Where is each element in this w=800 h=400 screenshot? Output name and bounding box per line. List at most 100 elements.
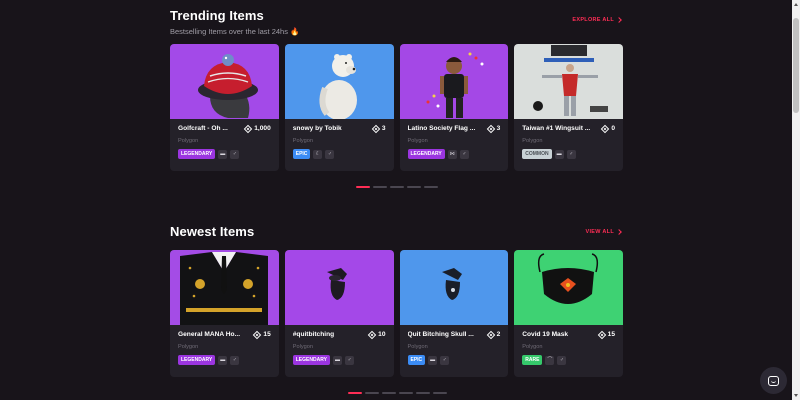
item-tags: LEGENDARY ⋈ ♂ [407, 149, 501, 159]
item-name: Golfcraft - Oh ... [178, 125, 228, 132]
gender-icon: ♂ [230, 355, 240, 365]
gender-icon: ♂ [440, 355, 450, 365]
item-price-value: 10 [378, 331, 386, 338]
scroll-down-icon[interactable] [794, 394, 798, 397]
mana-icon [367, 330, 377, 339]
category-icon: ▬ [554, 149, 564, 159]
pagination-dot[interactable] [365, 392, 379, 394]
item-thumbnail [284, 250, 394, 325]
covid-mask-image [538, 253, 599, 304]
item-card[interactable]: Quit Bitching Skull ... 2 Polygon EPIC ▬… [399, 250, 509, 377]
item-price-value: 3 [381, 125, 386, 132]
item-price-value: 15 [263, 331, 271, 338]
item-name: Latino Society Flag ... [407, 125, 476, 132]
item-info: Taiwan #1 Wingsuit ... 0 Polygon COMMON … [514, 119, 623, 159]
pagination-dot[interactable] [424, 186, 438, 188]
trending-header: Trending Items Bestselling Items over th… [170, 6, 623, 44]
golf-hat-image [198, 54, 258, 118]
explore-all-label: EXPLORE ALL [572, 17, 614, 23]
item-price-value: 0 [611, 125, 615, 132]
item-card[interactable]: snowy by Tobik 3 Polygon EPIC ☾ ♂ [284, 44, 394, 171]
item-card[interactable]: Latino Society Flag ... 3 Polygon LEGEND… [399, 44, 509, 171]
scrollbar-thumb[interactable] [793, 18, 799, 113]
item-card[interactable]: #quitbitching 10 Polygon LEGENDARY ▬ ♂ [284, 250, 394, 377]
item-network: Polygon [178, 344, 199, 350]
item-info: General MANA Ho... 15 Polygon LEGENDARY … [170, 325, 279, 365]
trending-section: Trending Items Bestselling Items over th… [170, 6, 623, 171]
newest-cards: General MANA Ho... 15 Polygon LEGENDARY … [170, 250, 623, 377]
item-name: Taiwan #1 Wingsuit ... [522, 125, 591, 132]
scroll-up-icon[interactable] [794, 3, 798, 6]
category-icon: ▬ [428, 355, 438, 365]
pagination-dot[interactable] [433, 392, 447, 394]
newest-section: Newest Items VIEW ALL General MANA Ho...… [170, 222, 623, 377]
pagination-dot[interactable] [356, 186, 370, 188]
rarity-badge: LEGENDARY [407, 149, 445, 159]
mana-icon [371, 124, 381, 133]
item-tags: LEGENDARY ▬ ♂ [292, 355, 386, 365]
rarity-badge: COMMON [522, 149, 552, 159]
pagination-dot[interactable] [348, 392, 362, 394]
rarity-badge: RARE [522, 355, 543, 365]
item-tags: EPIC ▬ ♂ [407, 355, 501, 365]
chevron-right-icon [616, 17, 622, 23]
mana-icon [601, 124, 610, 133]
category-icon: ▬ [218, 149, 228, 159]
skull-mask-image [441, 268, 462, 300]
rarity-badge: LEGENDARY [292, 355, 330, 365]
item-card[interactable]: General MANA Ho... 15 Polygon LEGENDARY … [170, 250, 279, 377]
view-all-link[interactable]: VIEW ALL [586, 229, 622, 235]
pagination-dot[interactable] [382, 392, 396, 394]
item-network: Polygon [522, 138, 543, 144]
fire-icon: 🔥 [290, 27, 300, 36]
item-name: Covid 19 Mask [522, 331, 569, 338]
pagination-dot[interactable] [399, 392, 413, 394]
item-network: Polygon [292, 344, 313, 350]
item-card[interactable]: Taiwan #1 Wingsuit ... 0 Polygon COMMON … [514, 44, 623, 171]
pagination-dot[interactable] [407, 186, 421, 188]
category-icon: ⋈ [447, 149, 457, 159]
category-icon: ☾ [313, 149, 323, 159]
item-info: Covid 19 Mask 15 Polygon RARE ⌒ ♂ [514, 325, 623, 365]
newest-header: Newest Items VIEW ALL [170, 222, 623, 250]
item-name: Quit Bitching Skull ... [407, 331, 474, 338]
item-price: 1,000 [243, 124, 271, 133]
explore-all-link[interactable]: EXPLORE ALL [572, 17, 622, 23]
gender-icon: ♂ [230, 149, 240, 159]
category-icon: ▬ [218, 355, 228, 365]
item-thumbnail [399, 44, 509, 119]
pagination-dot[interactable] [416, 392, 430, 394]
mana-icon [486, 124, 495, 133]
item-tags: LEGENDARY ▬ ♂ [178, 149, 271, 159]
item-card[interactable]: Covid 19 Mask 15 Polygon RARE ⌒ ♂ [514, 250, 623, 377]
item-price: 2 [486, 330, 501, 339]
item-tags: RARE ⌒ ♂ [522, 355, 615, 365]
item-name: #quitbitching [292, 331, 335, 338]
item-tags: EPIC ☾ ♂ [292, 149, 386, 159]
rarity-badge: LEGENDARY [178, 149, 216, 159]
mana-icon [243, 124, 253, 133]
item-thumbnail [399, 250, 509, 325]
pagination-dot[interactable] [373, 186, 387, 188]
item-price: 0 [601, 124, 615, 133]
chat-support-button[interactable] [760, 367, 787, 394]
item-card[interactable]: Golfcraft - Oh ... 1,000 Polygon LEGENDA… [170, 44, 279, 171]
item-thumbnail [170, 44, 279, 119]
page-scrollbar[interactable] [792, 0, 800, 400]
item-thumbnail [170, 250, 279, 325]
item-tags: LEGENDARY ▬ ♂ [178, 355, 271, 365]
item-name: General MANA Ho... [178, 331, 241, 338]
item-info: snowy by Tobik 3 Polygon EPIC ☾ ♂ [285, 119, 394, 159]
item-info: #quitbitching 10 Polygon LEGENDARY ▬ ♂ [285, 325, 394, 365]
mana-suit-image [180, 252, 268, 325]
pagination-dot[interactable] [390, 186, 404, 188]
quitbitching-image [326, 268, 347, 300]
item-price: 3 [486, 124, 500, 133]
chat-icon [768, 375, 779, 386]
mana-icon [253, 330, 262, 339]
item-price-value: 2 [496, 331, 501, 338]
item-info: Golfcraft - Oh ... 1,000 Polygon LEGENDA… [170, 119, 279, 159]
category-icon: ▬ [332, 355, 342, 365]
avatar-flag-image [426, 52, 483, 118]
wingsuit-image [533, 45, 609, 116]
